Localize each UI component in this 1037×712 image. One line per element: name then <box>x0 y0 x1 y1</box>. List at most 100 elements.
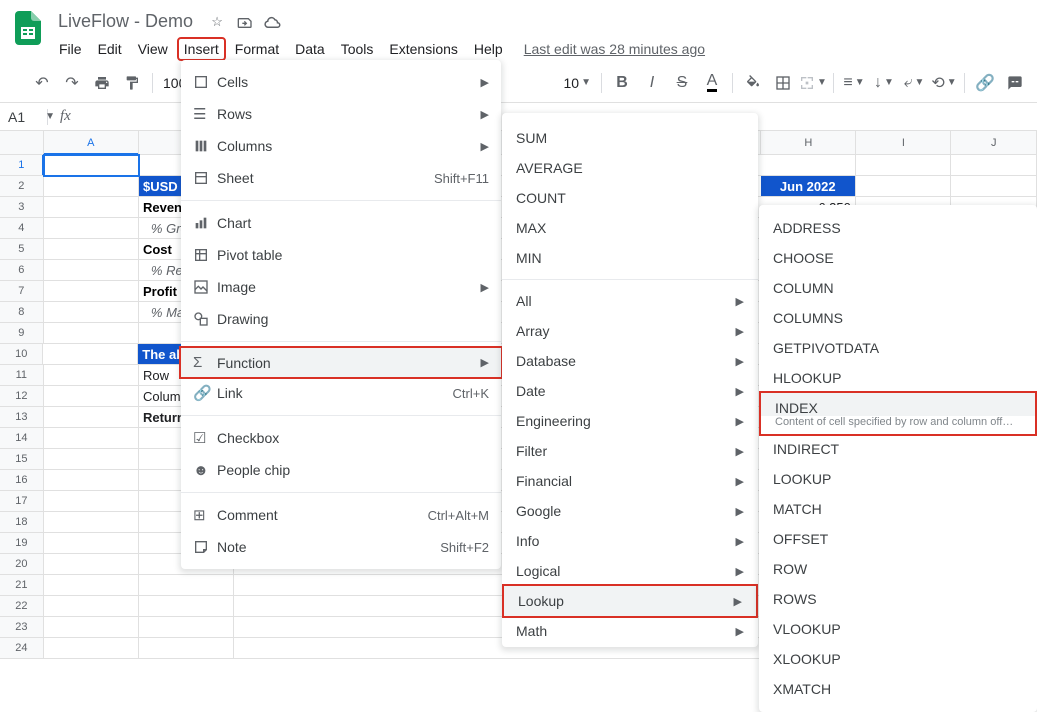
cell[interactable] <box>44 155 139 176</box>
fn-index[interactable]: INDEX <box>761 393 1035 416</box>
borders-icon[interactable] <box>769 69 797 97</box>
fn-row[interactable]: ROW <box>759 554 1037 584</box>
column-header[interactable]: A <box>44 131 139 154</box>
menu-data[interactable]: Data <box>288 37 332 61</box>
row-header[interactable]: 7 <box>0 281 44 302</box>
cell[interactable] <box>951 176 1037 197</box>
row-header[interactable]: 21 <box>0 575 44 596</box>
cell[interactable] <box>44 260 139 281</box>
menu-people-chip[interactable]: ☻People chip <box>181 454 501 486</box>
fn-cat-filter[interactable]: Filter▶ <box>502 436 758 466</box>
cell[interactable] <box>44 386 139 407</box>
row-header[interactable]: 8 <box>0 302 44 323</box>
row-header[interactable]: 20 <box>0 554 44 575</box>
row-header[interactable]: 10 <box>0 344 43 365</box>
menu-function[interactable]: ΣFunction▶ <box>179 346 503 379</box>
fn-cat-database[interactable]: Database▶ <box>502 346 758 376</box>
cell[interactable] <box>44 491 139 512</box>
bold-icon[interactable]: B <box>608 69 636 97</box>
row-header[interactable]: 18 <box>0 512 44 533</box>
cell[interactable] <box>44 218 139 239</box>
fn-cat-engineering[interactable]: Engineering▶ <box>502 406 758 436</box>
cell[interactable]: Jun 2022 <box>761 176 856 197</box>
fn-count[interactable]: COUNT <box>502 183 758 213</box>
row-header[interactable]: 11 <box>0 365 44 386</box>
cell[interactable] <box>856 176 951 197</box>
cell[interactable] <box>44 575 139 596</box>
fn-cat-array[interactable]: Array▶ <box>502 316 758 346</box>
row-header[interactable]: 4 <box>0 218 44 239</box>
fn-cat-financial[interactable]: Financial▶ <box>502 466 758 496</box>
paint-format-icon[interactable] <box>118 69 146 97</box>
fn-address[interactable]: ADDRESS <box>759 213 1037 243</box>
menu-drawing[interactable]: Drawing <box>181 303 501 335</box>
fn-cat-all[interactable]: All▶ <box>502 286 758 316</box>
move-icon[interactable] <box>235 12 255 32</box>
row-header[interactable]: 22 <box>0 596 44 617</box>
fn-hlookup[interactable]: HLOOKUP <box>759 363 1037 393</box>
row-header[interactable]: 16 <box>0 470 44 491</box>
menu-columns[interactable]: Columns▶ <box>181 130 501 162</box>
cell[interactable] <box>44 428 139 449</box>
name-box[interactable]: A1▼ <box>0 109 48 125</box>
row-header[interactable]: 9 <box>0 323 44 344</box>
column-header[interactable]: H <box>761 131 856 154</box>
fn-xlookup[interactable]: XLOOKUP <box>759 644 1037 674</box>
cell[interactable] <box>44 407 139 428</box>
fill-color-icon[interactable] <box>739 69 767 97</box>
fn-column[interactable]: COLUMN <box>759 273 1037 303</box>
menu-rows[interactable]: ☰Rows▶ <box>181 98 501 130</box>
row-header[interactable]: 5 <box>0 239 44 260</box>
cell[interactable] <box>761 155 856 176</box>
menu-link[interactable]: 🔗LinkCtrl+K <box>181 377 501 409</box>
row-header[interactable]: 13 <box>0 407 44 428</box>
menu-tools[interactable]: Tools <box>334 37 381 61</box>
cell[interactable] <box>44 596 139 617</box>
cell[interactable] <box>44 281 139 302</box>
cell[interactable] <box>44 470 139 491</box>
cell[interactable] <box>44 449 139 470</box>
rotation-icon[interactable]: ⟲▼ <box>930 69 958 97</box>
print-icon[interactable] <box>88 69 116 97</box>
menu-file[interactable]: File <box>52 37 89 61</box>
italic-icon[interactable]: I <box>638 69 666 97</box>
fn-choose[interactable]: CHOOSE <box>759 243 1037 273</box>
star-icon[interactable]: ☆ <box>207 12 227 32</box>
cell[interactable] <box>44 617 139 638</box>
menu-format[interactable]: Format <box>228 37 286 61</box>
redo-icon[interactable]: ↷ <box>58 69 86 97</box>
cell[interactable] <box>44 554 139 575</box>
merge-cells-icon[interactable]: ▼ <box>799 69 827 97</box>
row-header[interactable]: 23 <box>0 617 44 638</box>
fn-cat-google[interactable]: Google▶ <box>502 496 758 526</box>
comment-icon[interactable] <box>1001 69 1029 97</box>
row-header[interactable]: 6 <box>0 260 44 281</box>
menu-checkbox[interactable]: ☑Checkbox <box>181 422 501 454</box>
cell[interactable] <box>856 155 951 176</box>
column-header[interactable]: I <box>856 131 951 154</box>
row-header[interactable]: 1 <box>0 155 44 176</box>
last-edit-link[interactable]: Last edit was 28 minutes ago <box>524 41 705 57</box>
fn-cat-logical[interactable]: Logical▶ <box>502 556 758 586</box>
fn-vlookup[interactable]: VLOOKUP <box>759 614 1037 644</box>
menu-extensions[interactable]: Extensions <box>382 37 464 61</box>
cell[interactable] <box>44 365 139 386</box>
menu-image[interactable]: Image▶ <box>181 271 501 303</box>
menu-edit[interactable]: Edit <box>91 37 129 61</box>
text-color-icon[interactable]: A <box>698 69 726 97</box>
cloud-icon[interactable] <box>263 12 283 32</box>
fn-offset[interactable]: OFFSET <box>759 524 1037 554</box>
menu-note[interactable]: NoteShift+F2 <box>181 531 501 563</box>
undo-icon[interactable]: ↶ <box>28 69 56 97</box>
row-header[interactable]: 2 <box>0 176 44 197</box>
cell[interactable] <box>139 575 234 596</box>
menu-cells[interactable]: Cells▶ <box>181 66 501 98</box>
fn-xmatch[interactable]: XMATCH <box>759 674 1037 704</box>
row-header[interactable]: 17 <box>0 491 44 512</box>
fn-min[interactable]: MIN <box>502 243 758 273</box>
fn-cat-lookup[interactable]: Lookup▶ <box>502 584 758 618</box>
cell[interactable] <box>44 176 139 197</box>
cell[interactable] <box>139 596 234 617</box>
fn-average[interactable]: AVERAGE <box>502 153 758 183</box>
row-header[interactable]: 24 <box>0 638 44 659</box>
